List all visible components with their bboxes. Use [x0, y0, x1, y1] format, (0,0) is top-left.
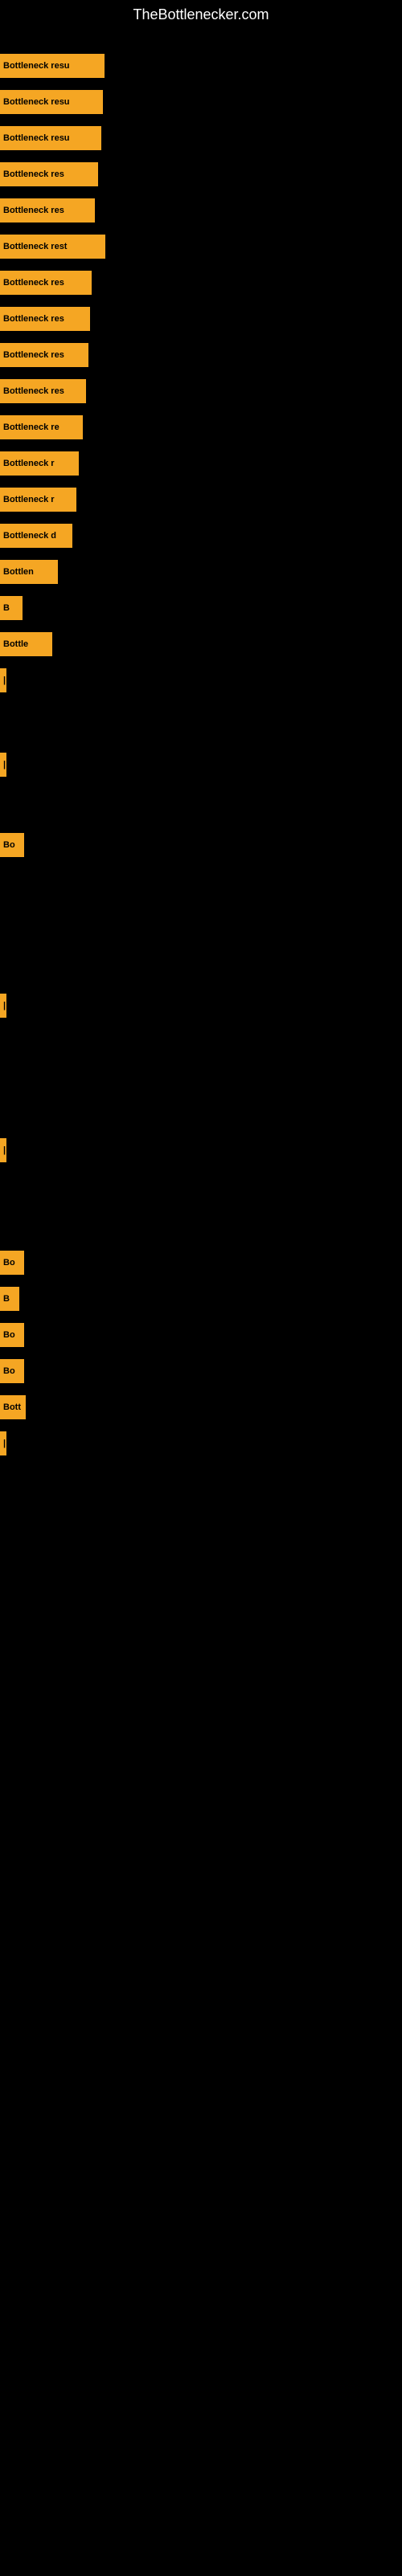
bar-label: Bottleneck res: [3, 314, 64, 324]
bottleneck-bar: B: [0, 596, 23, 620]
bottleneck-bar: Bottleneck res: [0, 198, 95, 222]
bar-label: Bottleneck d: [3, 531, 56, 541]
bar-label: B: [3, 603, 10, 613]
bar-label: Bottleneck r: [3, 495, 55, 504]
bottleneck-bar: Bo: [0, 1251, 24, 1275]
bottleneck-bar: |: [0, 668, 6, 692]
bottleneck-bar: Bo: [0, 1359, 24, 1383]
bar-label: Bottleneck res: [3, 206, 64, 215]
bar-label: Bottleneck resu: [3, 61, 70, 71]
bar-label: B: [3, 1294, 10, 1304]
bottleneck-bar: Bott: [0, 1395, 26, 1419]
bottleneck-bar: Bottleneck r: [0, 488, 76, 512]
bottleneck-bar: Bottleneck resu: [0, 54, 105, 78]
bottleneck-bar: |: [0, 994, 6, 1018]
bottleneck-bar: Bottleneck res: [0, 379, 86, 403]
bar-label: Bottleneck r: [3, 459, 55, 468]
bar-label: Bottleneck res: [3, 169, 64, 179]
bar-label: |: [3, 1001, 6, 1010]
bottleneck-bar: Bo: [0, 1323, 24, 1347]
bar-label: Bottleneck res: [3, 350, 64, 360]
bar-label: Bo: [3, 1258, 15, 1268]
bar-label: Bottleneck res: [3, 278, 64, 288]
bar-label: Bottleneck res: [3, 386, 64, 396]
bar-label: |: [3, 1145, 6, 1155]
bar-label: Bo: [3, 840, 15, 850]
bar-label: Bo: [3, 1330, 15, 1340]
bar-label: Bottleneck resu: [3, 97, 70, 107]
bottleneck-bar: B: [0, 1287, 19, 1311]
bar-label: |: [3, 760, 6, 770]
bar-label: Bottle: [3, 639, 28, 649]
bottleneck-bar: Bottleneck res: [0, 162, 98, 186]
bar-label: Bottleneck rest: [3, 242, 67, 251]
bar-label: Bottleneck resu: [3, 133, 70, 143]
bottleneck-bar: Bottleneck r: [0, 451, 79, 476]
site-title: TheBottlenecker.com: [0, 0, 402, 30]
bar-label: |: [3, 676, 6, 685]
bottleneck-bar: Bottleneck d: [0, 524, 72, 548]
bottleneck-bar: Bottleneck res: [0, 271, 92, 295]
bottleneck-bar: Bottle: [0, 632, 52, 656]
bottleneck-bar: Bottleneck resu: [0, 126, 101, 150]
bottleneck-bar: |: [0, 1431, 6, 1455]
bar-label: Bottlen: [3, 567, 34, 577]
bottleneck-bar: Bo: [0, 833, 24, 857]
bar-label: Bo: [3, 1366, 15, 1376]
bar-label: Bott: [3, 1402, 21, 1412]
bottleneck-bar: |: [0, 753, 6, 777]
bar-label: Bottleneck re: [3, 423, 59, 432]
bottleneck-bar: Bottleneck re: [0, 415, 83, 439]
bottleneck-bar: Bottleneck resu: [0, 90, 103, 114]
bottleneck-bar: Bottleneck res: [0, 343, 88, 367]
bottleneck-bar: Bottleneck rest: [0, 235, 105, 259]
bar-label: |: [3, 1439, 6, 1448]
bottleneck-bar: Bottlen: [0, 560, 58, 584]
bottleneck-bar: |: [0, 1138, 6, 1162]
bottleneck-bar: Bottleneck res: [0, 307, 90, 331]
